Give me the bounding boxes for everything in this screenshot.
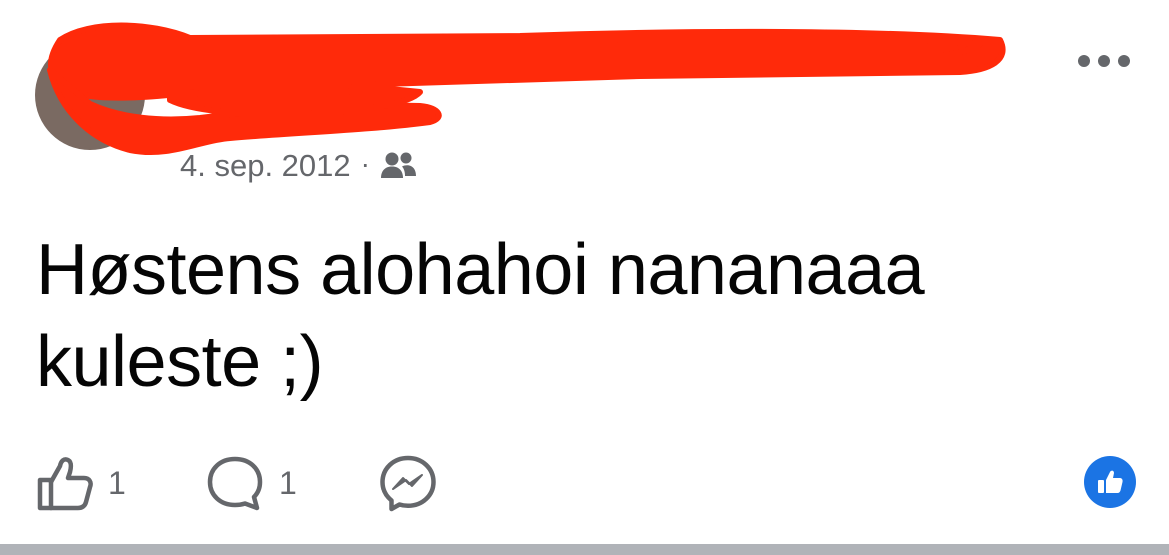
- messenger-icon: [380, 455, 436, 512]
- post-divider: [0, 544, 1169, 555]
- meta-separator: ·: [360, 148, 370, 179]
- post-text-line-1: Høstens alohahoi nananaaa: [36, 230, 925, 310]
- like-reaction-icon[interactable]: [1084, 456, 1136, 508]
- post-text-line-2: kuleste ;): [36, 322, 324, 402]
- comment-button[interactable]: 1: [205, 448, 297, 518]
- redaction-scribble: [47, 22, 1006, 156]
- send-messenger-button[interactable]: [378, 448, 438, 518]
- author-avatar[interactable]: [35, 40, 145, 150]
- post-header: 4. sep. 2012 ·: [0, 0, 1169, 200]
- post-date[interactable]: 4. sep. 2012: [180, 148, 351, 184]
- friends-icon[interactable]: [380, 150, 418, 182]
- post-text: Høstens alohahoi nananaaa kuleste ;): [36, 224, 1136, 408]
- more-options-button[interactable]: [1074, 44, 1134, 78]
- comment-count[interactable]: 1: [279, 465, 297, 502]
- post-actions: 1 1: [0, 448, 1169, 518]
- like-count[interactable]: 1: [108, 465, 126, 502]
- thumbs-up-outline-icon: [37, 457, 93, 511]
- more-options-icon: [1078, 55, 1130, 67]
- post-meta: 4. sep. 2012 ·: [180, 146, 418, 186]
- comment-bubble-icon: [207, 456, 263, 511]
- like-button[interactable]: 1: [36, 448, 126, 518]
